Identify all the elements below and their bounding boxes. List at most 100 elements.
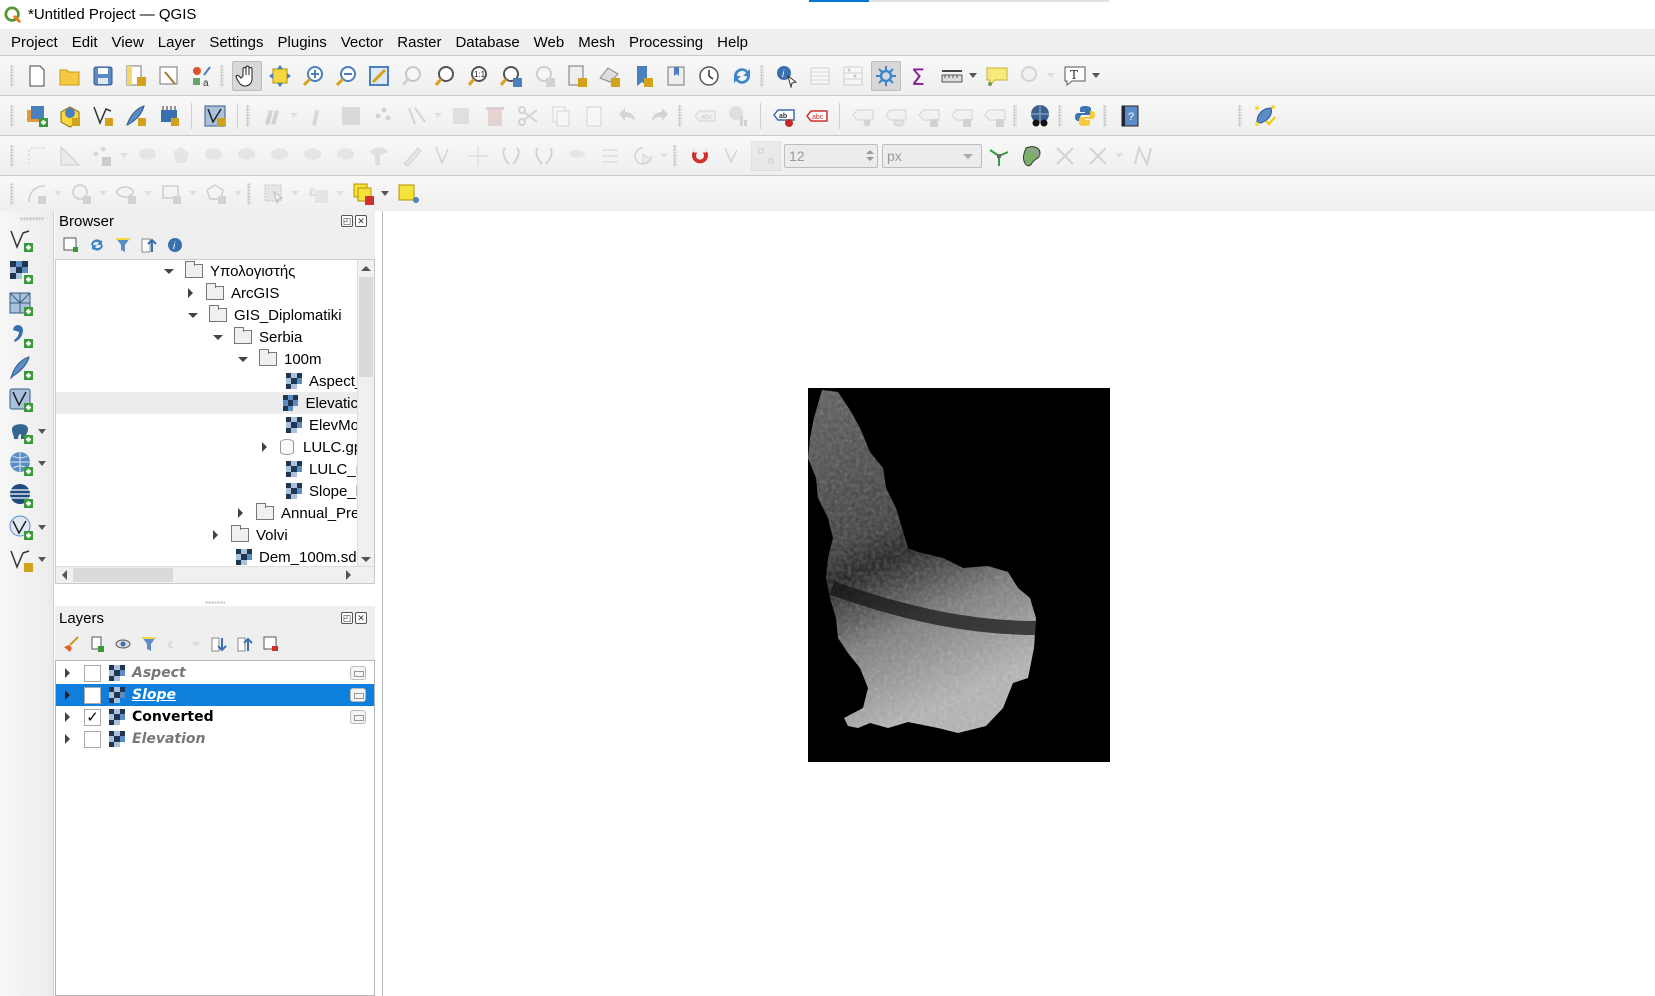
delete-part-button[interactable] (331, 141, 361, 171)
collapse-arrow-icon[interactable] (238, 356, 248, 362)
python-console-button[interactable] (1070, 101, 1100, 131)
topological-editing-button[interactable] (984, 141, 1014, 171)
browser-vertical-scrollbar[interactable] (357, 260, 374, 568)
tree-item-gis-diplomatiki[interactable]: GIS_Diplomatiki (188, 304, 342, 326)
add-part-button[interactable] (232, 141, 262, 171)
vertex-tool-dropdown[interactable] (433, 101, 442, 131)
layer-visibility-checkbox[interactable] (84, 730, 101, 748)
menu-vector[interactable]: Vector (334, 34, 391, 51)
change-label-button[interactable] (980, 101, 1010, 131)
refresh-button[interactable] (727, 61, 757, 91)
expand-arrow-icon[interactable] (213, 530, 218, 540)
new-3d-map-view-button[interactable] (595, 61, 625, 91)
undo-button[interactable] (612, 101, 642, 131)
toggle-label-display-button[interactable]: abc (802, 101, 832, 131)
shape-digitizing-rectangle-button[interactable] (157, 179, 187, 209)
redo-button[interactable] (645, 101, 675, 131)
paste-features-button[interactable] (579, 101, 609, 131)
new-mesh-layer-button[interactable] (200, 101, 230, 131)
wms-dropdown[interactable] (38, 461, 47, 467)
menu-help[interactable]: Help (710, 34, 755, 51)
add-circular-string-button[interactable] (22, 141, 52, 171)
tree-item-dem-sdat[interactable]: Dem_100m.sda (236, 546, 365, 568)
map-canvas[interactable] (382, 211, 1655, 996)
tree-item-aspect[interactable]: Aspect_ (286, 370, 363, 392)
add-xyz-layer-button[interactable] (6, 481, 36, 511)
tree-item-serbia[interactable]: Serbia (213, 326, 302, 348)
rotate-point-symbols-button[interactable] (562, 141, 592, 171)
menu-web[interactable]: Web (527, 34, 572, 51)
zoom-native-button[interactable]: 1:1 (463, 61, 493, 91)
select-by-expression-button[interactable]: ε (304, 179, 334, 209)
float-panel-button[interactable]: ◰ (341, 612, 353, 624)
scroll-thumb[interactable] (359, 277, 373, 377)
reshape-features-button[interactable] (364, 141, 394, 171)
highlight-pinned-labels-button[interactable]: ab (769, 101, 799, 131)
toolbar-grip[interactable] (10, 104, 14, 127)
field-calculator-button[interactable]: Σ (904, 61, 934, 91)
layer-indicator-icon[interactable] (350, 688, 366, 702)
shape-rectangle-dropdown[interactable] (188, 179, 197, 209)
tracing-button[interactable] (1083, 141, 1113, 171)
add-ring-button[interactable] (199, 141, 229, 171)
vector-tile-dropdown[interactable] (38, 557, 47, 563)
postgis-dropdown[interactable] (38, 429, 47, 435)
shape-circle-dropdown[interactable] (98, 179, 107, 209)
menu-project[interactable]: Project (4, 34, 65, 51)
temporal-controller-button[interactable] (694, 61, 724, 91)
scroll-left-arrow[interactable] (56, 567, 73, 583)
wfs-dropdown[interactable] (38, 525, 47, 531)
zoom-next-button[interactable] (529, 61, 559, 91)
text-annotation-button[interactable]: T (1060, 61, 1090, 91)
identify-selection-button[interactable] (394, 179, 424, 209)
tree-item-elevation[interactable]: Elevatic (56, 392, 358, 414)
add-delimited-text-layer-button[interactable] (6, 321, 36, 351)
new-temporary-scratch-layer-button[interactable] (121, 101, 151, 131)
menu-mesh[interactable]: Mesh (571, 34, 622, 51)
select-by-expression-dropdown[interactable] (335, 179, 344, 209)
new-shapefile-layer-button[interactable] (88, 101, 118, 131)
toolbar-grip[interactable] (1103, 104, 1107, 127)
collapse-arrow-icon[interactable] (188, 312, 198, 318)
refresh-browser-button[interactable] (87, 235, 107, 255)
filter-by-expression-dropdown[interactable] (191, 634, 200, 654)
shape-digitizing-polygon-button[interactable] (202, 179, 232, 209)
layers-tree[interactable]: Aspect Slope ✓ Converted Elevation (55, 660, 375, 996)
delete-selected-button[interactable] (480, 101, 510, 131)
toolbar-grip[interactable] (20, 217, 44, 221)
snapping-tolerance-spinbox[interactable]: 12 (784, 143, 878, 168)
menu-raster[interactable]: Raster (390, 34, 448, 51)
metasearch-button[interactable] (1025, 101, 1055, 131)
add-virtual-layer-button[interactable] (6, 385, 36, 415)
expand-arrow-icon[interactable] (65, 668, 70, 678)
layer-indicator-icon[interactable] (350, 666, 366, 680)
toggle-editing-button[interactable] (303, 101, 333, 131)
offset-curve-button[interactable] (397, 141, 427, 171)
add-vector-layer-button[interactable] (6, 225, 36, 255)
annotation-dropdown[interactable] (1091, 61, 1100, 91)
copy-features-button[interactable] (546, 101, 576, 131)
browser-horizontal-scrollbar[interactable] (56, 566, 374, 583)
scroll-thumb[interactable] (73, 568, 173, 582)
select-features-dropdown[interactable] (290, 179, 299, 209)
scroll-up-arrow[interactable] (358, 260, 374, 277)
expand-arrow-icon[interactable] (65, 734, 70, 744)
move-label-button[interactable] (914, 101, 944, 131)
toolbar-grip[interactable] (247, 182, 251, 205)
add-spatialite-layer-button[interactable] (6, 353, 36, 383)
filter-browser-button[interactable] (113, 235, 133, 255)
layer-visibility-checkbox[interactable] (84, 664, 101, 682)
move-feature-button[interactable] (88, 141, 118, 171)
new-print-layout-button[interactable] (121, 61, 151, 91)
zoom-to-selection-button[interactable] (397, 61, 427, 91)
expand-all-button[interactable] (209, 634, 229, 654)
expand-arrow-icon[interactable] (262, 442, 267, 452)
toggle-processing-toolbox-button[interactable] (870, 60, 901, 91)
data-source-manager-button[interactable] (22, 101, 52, 131)
snapping-mode-button[interactable] (718, 141, 748, 171)
new-geopackage-layer-button[interactable] (55, 101, 85, 131)
collapse-all-button[interactable] (235, 634, 255, 654)
menu-settings[interactable]: Settings (202, 34, 270, 51)
offset-point-symbols-button[interactable] (595, 141, 625, 171)
self-snapping-button[interactable] (1050, 141, 1080, 171)
